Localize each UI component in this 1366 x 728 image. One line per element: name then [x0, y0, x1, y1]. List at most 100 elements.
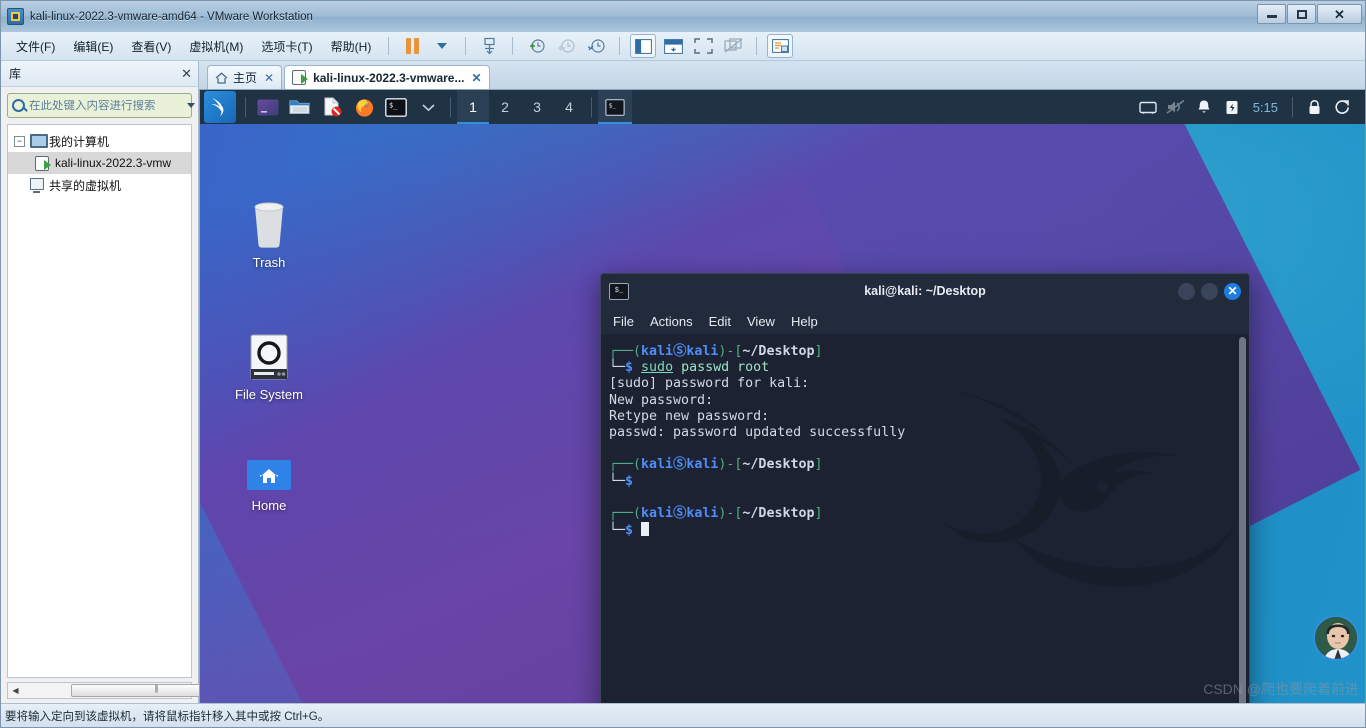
snapshot-manager-icon — [484, 37, 495, 54]
virtual-machine-icon — [292, 70, 309, 85]
prompt-path: ~/Desktop — [742, 344, 815, 359]
take-snapshot-button[interactable] — [523, 34, 549, 58]
apps-dropdown[interactable] — [414, 93, 442, 121]
revert-snapshot-button[interactable] — [553, 34, 579, 58]
fullscreen-button[interactable] — [690, 34, 716, 58]
menu-tabs[interactable]: 选项卡(T) — [252, 34, 321, 59]
terminal-menu-edit[interactable]: Edit — [709, 314, 731, 329]
tab-home[interactable]: 主页 ✕ — [207, 65, 283, 89]
workspace-2[interactable]: 2 — [489, 90, 521, 124]
desktop-icon-trash[interactable]: Trash — [214, 195, 324, 270]
logout-button[interactable] — [1329, 94, 1355, 120]
desktop-icon-file-system[interactable]: File System — [214, 327, 324, 402]
terminal-window[interactable]: $_ kali@kali: ~/Desktop ✕ File Actions E… — [600, 273, 1250, 703]
terminal-icon: $_ — [609, 282, 629, 300]
terminal-task-button[interactable]: $_ — [598, 90, 632, 124]
terminal-launcher[interactable]: $_ — [382, 93, 410, 121]
scroll-thumb[interactable] — [1238, 337, 1246, 703]
battery-icon[interactable] — [1219, 94, 1245, 120]
terminal-menu-file[interactable]: File — [613, 314, 634, 329]
tree-item-my-computer[interactable]: − 我的计算机 — [8, 130, 191, 152]
terminal-scrollbar[interactable] — [1235, 334, 1249, 703]
expander-icon[interactable]: − — [14, 135, 25, 147]
scroll-track[interactable] — [23, 684, 241, 697]
clock[interactable]: 5:15 — [1253, 100, 1278, 115]
workspace-3[interactable]: 3 — [521, 90, 553, 124]
home-folder-icon — [214, 438, 324, 492]
scroll-left-icon[interactable]: ◀ — [8, 686, 23, 695]
speaker-muted-icon — [1166, 99, 1185, 114]
maximize-button[interactable] — [1287, 4, 1316, 24]
shared-vm-icon — [29, 177, 45, 193]
prompt-at: Ⓢ — [673, 344, 687, 359]
terminal-menu-actions[interactable]: Actions — [650, 314, 693, 329]
pause-icon — [405, 38, 419, 54]
trash-icon — [214, 195, 324, 249]
volume-muted-icon[interactable] — [1163, 94, 1189, 120]
workspace-4[interactable]: 4 — [553, 90, 585, 124]
close-button[interactable]: ✕ — [1317, 4, 1362, 24]
library-horizontal-scrollbar[interactable]: ◀ ▶ — [7, 682, 241, 699]
network-icon[interactable] — [1135, 94, 1161, 120]
document-blocked-icon — [324, 97, 342, 117]
firefox-launcher[interactable] — [350, 93, 378, 121]
taskbar-divider-1 — [245, 97, 246, 117]
menu-help[interactable]: 帮助(H) — [322, 34, 381, 59]
menu-view[interactable]: 查看(V) — [122, 34, 180, 59]
workspace-1[interactable]: 1 — [457, 90, 489, 124]
minimize-button[interactable] — [1257, 4, 1286, 24]
manage-snapshots-button[interactable] — [476, 34, 502, 58]
console-view-button[interactable] — [660, 34, 686, 58]
avatar — [1313, 615, 1359, 661]
close-icon[interactable]: ✕ — [471, 71, 481, 85]
toolbar-divider-3 — [512, 37, 514, 55]
unity-mode-button[interactable] — [720, 34, 746, 58]
menu-file[interactable]: 文件(F) — [7, 34, 64, 59]
terminal-emulator-launcher[interactable] — [254, 93, 282, 121]
prompt-at-2: Ⓢ — [673, 457, 687, 473]
firefox-icon — [355, 98, 373, 117]
prompt-line-top-2: ┌──( — [609, 457, 642, 473]
tree-item-shared-vms[interactable]: 共享的虚拟机 — [8, 174, 191, 196]
snapshot-revert-icon — [558, 38, 575, 53]
toolbar-divider-5 — [756, 37, 758, 55]
snapshot-settings-button[interactable] — [583, 34, 609, 58]
chevron-down-icon[interactable] — [187, 103, 195, 108]
close-icon[interactable]: ✕ — [264, 71, 274, 85]
notifications-icon[interactable] — [1191, 94, 1217, 120]
menu-virtual-machine[interactable]: 虚拟机(M) — [180, 34, 252, 59]
desktop-icon-label: Trash — [252, 255, 286, 270]
harddisk-icon — [214, 327, 324, 381]
tree-item-kali-vm[interactable]: kali-linux-2022.3-vmw — [8, 152, 191, 174]
tab-kali-vm[interactable]: kali-linux-2022.3-vmware... ✕ — [284, 65, 490, 89]
vm-console-screen[interactable]: $_ 1 2 3 4 $_ 5:15 Trash File System Hom… — [199, 89, 1365, 703]
terminal-output[interactable]: ┌──(kaliⓈkali)-[~/Desktop] └─$ sudo pass… — [601, 334, 1235, 703]
pause-button[interactable] — [399, 34, 425, 58]
search-input[interactable] — [29, 99, 183, 112]
desktop-icon-home[interactable]: Home — [214, 438, 324, 513]
search-box[interactable] — [7, 93, 195, 118]
close-button[interactable]: ✕ — [1224, 282, 1241, 300]
text-editor-launcher[interactable] — [318, 93, 346, 121]
power-dropdown[interactable] — [429, 34, 455, 58]
kali-applications-launcher[interactable] — [204, 91, 236, 123]
prompt-line-top-3: ┌──( — [609, 506, 642, 522]
maximize-button[interactable] — [1201, 282, 1218, 300]
terminal-menu-help[interactable]: Help — [791, 314, 818, 329]
file-manager-launcher[interactable] — [286, 93, 314, 121]
lock-screen-button[interactable] — [1301, 94, 1327, 120]
prompt-sep: )-[ — [718, 344, 743, 359]
terminal-menu-view[interactable]: View — [747, 314, 775, 329]
close-icon[interactable]: ✕ — [181, 67, 192, 80]
minimize-button[interactable] — [1178, 282, 1195, 300]
taskbar-system-tray: 5:15 — [1135, 94, 1365, 120]
show-library-button[interactable] — [630, 34, 657, 58]
terminal-body[interactable]: ┌──(kaliⓈkali)-[~/Desktop] └─$ sudo pass… — [601, 334, 1249, 703]
terminal-title-bar[interactable]: $_ kali@kali: ~/Desktop ✕ — [601, 274, 1249, 308]
menu-edit[interactable]: 编辑(E) — [64, 34, 122, 59]
preferences-button[interactable] — [767, 34, 794, 58]
toolbar-divider-2 — [465, 37, 467, 55]
unity-mode-icon — [724, 38, 743, 53]
svg-text:$_: $_ — [609, 102, 617, 109]
toolbar-divider — [388, 37, 390, 55]
